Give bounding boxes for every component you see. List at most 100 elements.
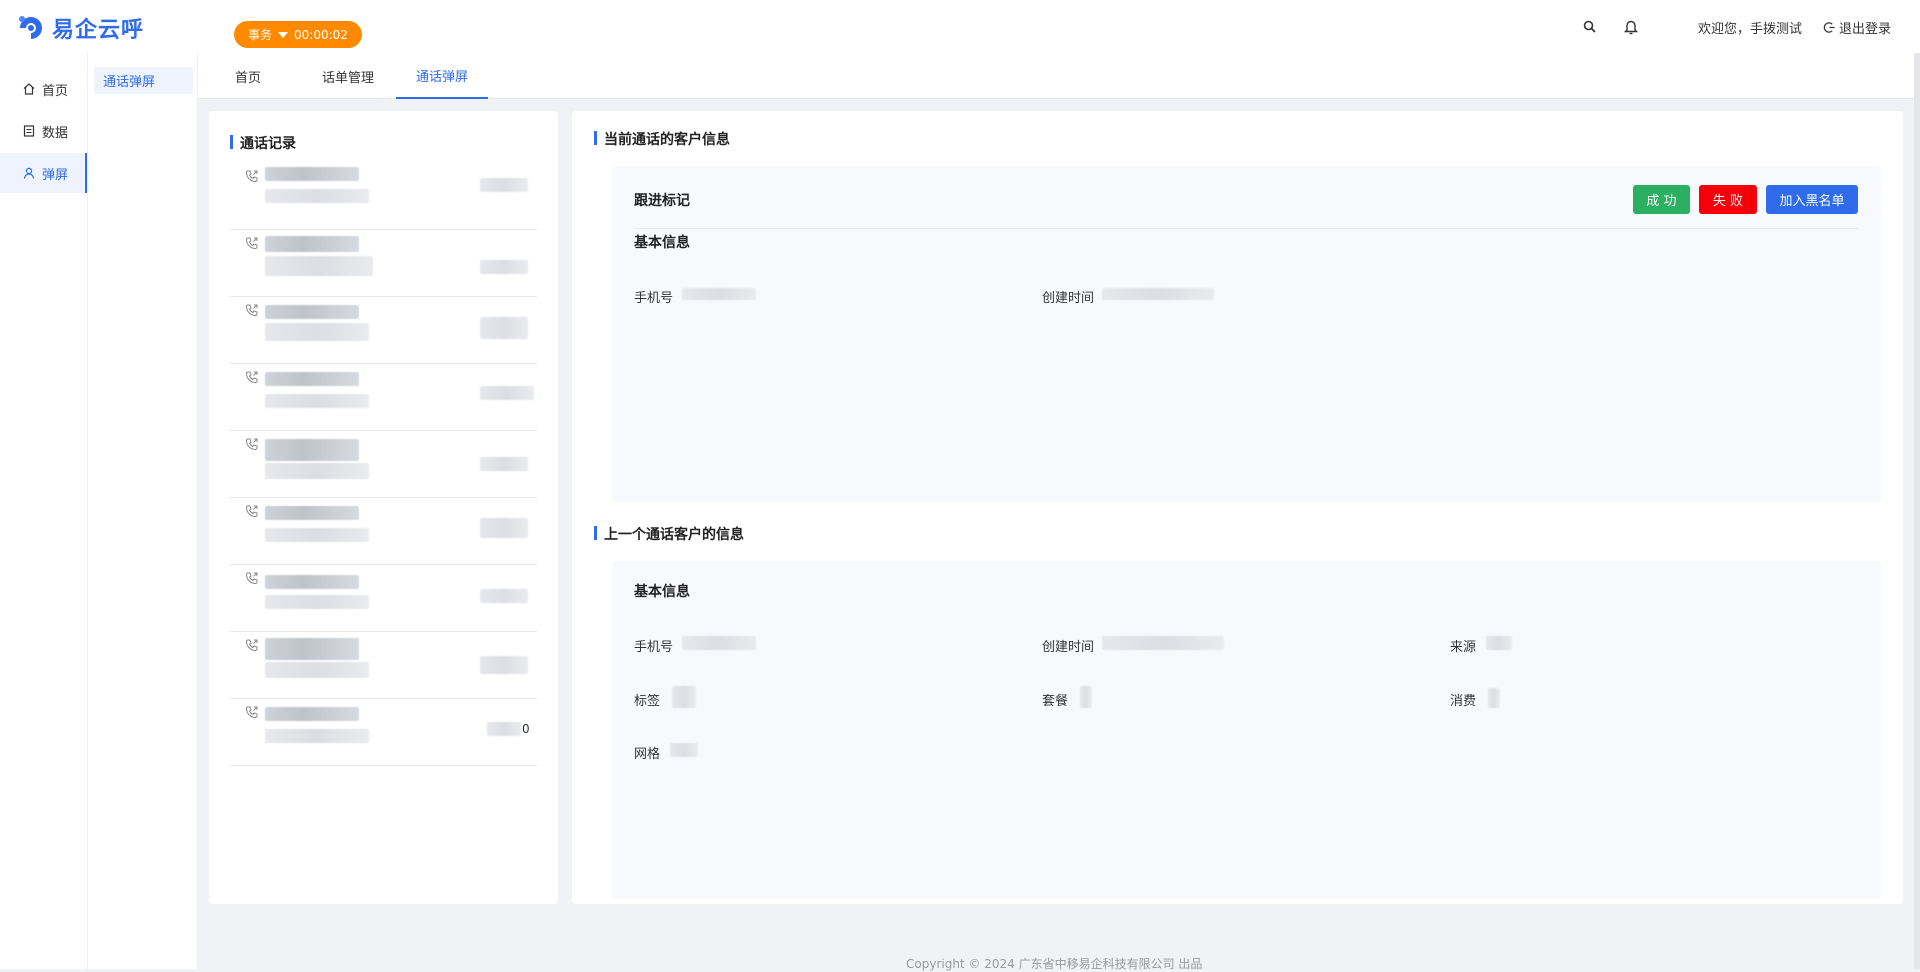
previous-source-label: 来源 [1450,640,1477,655]
list-item[interactable] [229,498,537,565]
phone-outgoing-icon [245,371,258,384]
caller-name-redacted [265,638,359,660]
caller-name-redacted [265,575,359,589]
call-time-redacted [265,595,369,609]
call-duration-redacted [480,656,528,674]
sub-navigation: 通话弹屏 [88,53,198,969]
phone-outgoing-icon [245,170,258,183]
caller-name-redacted [265,167,359,181]
caller-name-redacted [265,305,359,319]
previous-package-value-redacted [1080,686,1092,708]
previous-customer-title: 上一个通话客户的信息 [594,524,744,544]
mark-fail-button[interactable]: 失 败 [1699,185,1757,214]
current-customer-panel [612,166,1881,502]
phone-outgoing-icon [245,639,258,652]
current-customer-title: 当前通话的客户信息 [594,129,730,149]
agent-status-dropdown[interactable]: 事务 00:00:02 [234,21,362,48]
caller-name-redacted [265,236,359,252]
divider [634,228,1858,229]
list-item[interactable] [229,230,537,297]
add-to-blacklist-button[interactable]: 加入黑名单 [1766,185,1858,214]
call-duration-redacted [480,457,528,471]
phone-outgoing-icon [245,237,258,250]
user-icon [23,167,35,179]
caller-name-redacted [265,439,359,461]
previous-grid-label: 网格 [634,747,661,762]
previous-spend-label: 消费 [1450,694,1477,709]
previous-grid-value-redacted [670,743,698,757]
call-records-title: 通话记录 [230,133,296,153]
search-icon[interactable] [1580,17,1600,37]
phone-outgoing-icon [245,304,258,317]
bell-icon[interactable] [1621,17,1641,37]
app-name: 易企云呼 [52,18,145,43]
current-phone-label: 手机号 [634,291,674,306]
tab-bar: 首页 话单管理 通话弹屏 [198,53,1914,99]
previous-phone-value-redacted [682,636,756,650]
sidebar-item-label: 弹屏 [42,167,69,183]
phone-outgoing-icon [245,505,258,518]
call-time-redacted [265,662,369,678]
tab-call-popup[interactable]: 通话弹屏 [396,53,488,99]
logout-icon [1823,22,1835,33]
call-duration-suffix: 0 [522,722,530,736]
page-scrollbar[interactable] [1914,53,1920,969]
home-icon [23,83,35,95]
caller-name-redacted [265,372,359,386]
current-created-label: 创建时间 [1042,291,1095,306]
call-time-redacted [265,528,369,542]
agent-status-label: 事务 [248,28,273,42]
mark-success-button[interactable]: 成 功 [1633,185,1690,214]
call-time-redacted [265,189,369,203]
logout-label: 退出登录 [1839,22,1892,37]
logout-button[interactable]: 退出登录 [1823,18,1891,37]
current-created-value-redacted [1102,288,1214,300]
welcome-text: 欢迎您，手拨测试 [1698,22,1803,37]
call-duration-redacted [480,260,528,274]
previous-phone-label: 手机号 [634,640,674,655]
call-time-redacted [265,256,373,276]
copyright-footer: Copyright © 2024 广东省中移易企科技有限公司 出品 [906,957,1203,971]
sidebar-item-popup[interactable]: 弹屏 [0,153,87,193]
previous-customer-panel [612,561,1881,899]
phone-outgoing-icon [245,572,258,585]
document-icon [23,125,35,137]
call-duration-redacted [480,317,528,339]
list-item[interactable] [229,163,537,230]
list-item[interactable]: 0 [229,699,537,766]
follow-up-label: 跟进标记 [634,193,690,209]
call-time-redacted [265,729,369,743]
call-time-redacted [265,323,369,341]
previous-tag-label: 标签 [634,694,661,709]
call-records-list: 0 [229,163,537,766]
sidebar: 首页 数据 弹屏 [0,53,88,969]
list-item[interactable] [229,364,537,431]
sidebar-item-data[interactable]: 数据 [0,111,87,151]
call-duration-redacted [480,518,528,538]
sidebar-item-label: 数据 [42,125,69,141]
caller-name-redacted [265,506,359,520]
list-item[interactable] [229,297,537,364]
list-item[interactable] [229,431,537,498]
previous-basic-info-heading: 基本信息 [634,584,690,600]
sidebar-item-label: 首页 [42,83,69,99]
top-bar: 易企云呼 事务 00:00:02 欢迎您，手拨测试 退出登录 [0,0,1920,53]
caret-down-icon [278,31,289,38]
subnav-item-call-popup[interactable]: 通话弹屏 [94,67,193,94]
phone-outgoing-icon [245,438,258,451]
tab-home[interactable]: 首页 [218,53,278,99]
previous-source-value-redacted [1486,636,1512,650]
tab-call-records-management[interactable]: 话单管理 [306,53,390,99]
list-item[interactable] [229,632,537,699]
app-logo[interactable]: 易企云呼 [16,12,144,44]
list-item[interactable] [229,565,537,632]
previous-tag-value-redacted [672,686,696,708]
call-time-redacted [265,394,369,408]
call-timer: 00:00:02 [294,27,348,42]
call-duration-redacted [480,386,534,400]
call-duration-redacted [487,722,521,736]
previous-spend-value-redacted [1488,688,1500,708]
logo-icon [19,16,42,39]
sidebar-item-home[interactable]: 首页 [0,69,87,109]
call-duration-redacted [480,589,528,603]
